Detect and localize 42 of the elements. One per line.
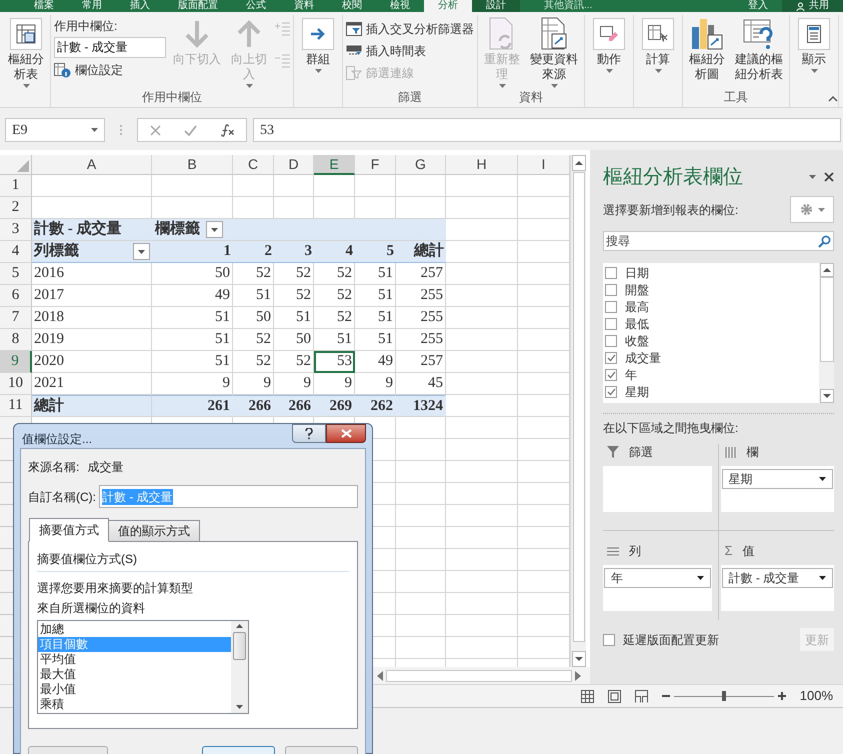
group-label: 作用中欄位 [141, 90, 203, 104]
group-label: 工具 [723, 90, 749, 104]
grand-total-cell: 266 [233, 395, 274, 417]
panel-title: 樞紐分析表欄位 [603, 165, 743, 190]
column-header-cell: 1 [152, 241, 233, 263]
grand-total-label: 總計 [32, 395, 152, 417]
row-label-cell: 2017 [32, 285, 152, 307]
row-labels-header: 列標籤 [34, 242, 79, 261]
group-label: 篩選 [397, 90, 423, 104]
column-header-cell: 5 [355, 241, 396, 263]
grand-total-cell: 266 [274, 395, 314, 417]
row-label-cell: 2020 [32, 351, 152, 373]
field-caption: 作用中欄位: [54, 18, 118, 34]
area-label: 篩選 [629, 444, 653, 461]
source-name: 成交量 [87, 459, 124, 476]
panel-prompt: 選擇要新增到報表的欄位: [603, 202, 738, 218]
column-labels-header: 欄標籤 [155, 220, 200, 239]
areas-prompt: 在以下區域之間拖曳欄位: [603, 420, 740, 436]
grand-total-cell: 261 [152, 395, 233, 417]
area-label: 列 [629, 543, 641, 560]
section-heading: 摘要值欄位方式(S) [37, 550, 349, 572]
pivot-value-label: 計數 - 成交量 [32, 219, 152, 241]
row-label-cell: 2019 [32, 329, 152, 351]
custom-name-caption: 自訂名稱(C): [28, 488, 96, 506]
grand-total-cell: 262 [355, 395, 396, 417]
area-label: 欄 [746, 444, 758, 461]
column-header-cell: 2 [233, 241, 274, 263]
column-header-cell: 4 [314, 241, 355, 263]
area-label: 值 [742, 543, 755, 560]
grand-total-cell: 1324 [396, 395, 446, 417]
sum-symbol: Σ [724, 544, 733, 558]
defer-update-label: 延遲版面配置更新 [623, 632, 719, 648]
grand-total-cell: 269 [314, 395, 355, 417]
description-text: 來自所選欄位的資料 [37, 600, 146, 617]
dialog-title: 值欄位設定... [22, 431, 92, 448]
group-label: 資料 [518, 90, 544, 104]
description-text: 選擇您要用來摘要的計算類型 [37, 580, 194, 597]
column-header-cell: 3 [274, 241, 314, 263]
column-header-cell: 總計 [396, 241, 446, 263]
row-label-cell: 2018 [32, 307, 152, 329]
row-label-cell: 2016 [32, 263, 152, 285]
source-name-caption: 來源名稱: [28, 459, 80, 476]
